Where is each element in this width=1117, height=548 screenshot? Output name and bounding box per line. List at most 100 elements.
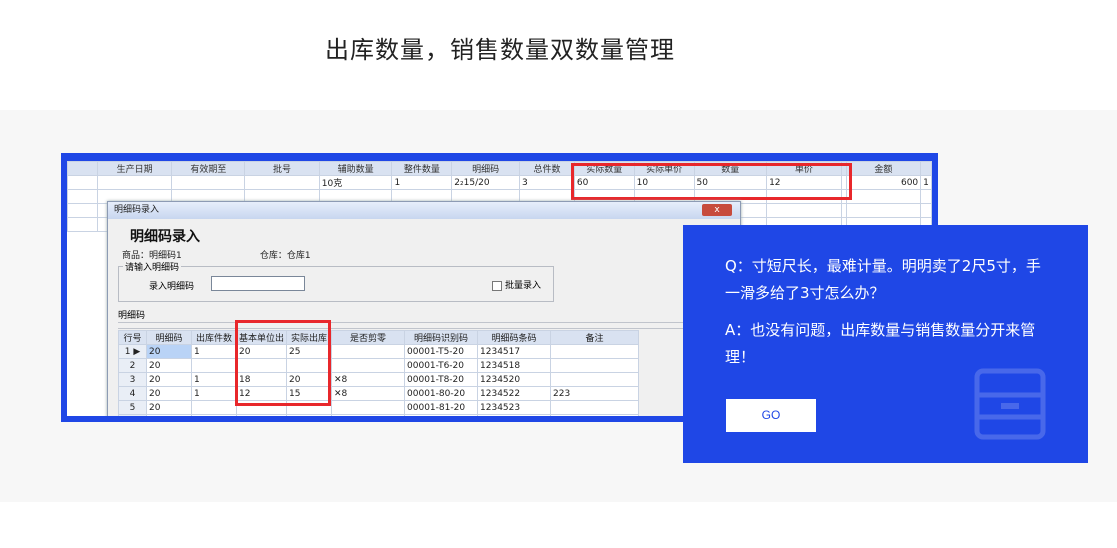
top-grid-header[interactable]: 批号 bbox=[244, 161, 320, 176]
detail-table: 行号 明细码 出库件数 基本单位出 实际出库 是否剪零 明细码识别码 明细码条码 备注 1 ▶ 20… bbox=[118, 330, 640, 416]
row-number[interactable]: 1 ▶ bbox=[118, 344, 147, 359]
dialog-window-title: 明细码录入 bbox=[114, 205, 160, 215]
top-grid-header[interactable] bbox=[920, 161, 932, 176]
table-cell[interactable]: ✕8 bbox=[331, 372, 406, 387]
table-cell[interactable]: 20 bbox=[146, 386, 192, 401]
row-number[interactable]: 6 bbox=[118, 414, 147, 416]
row-number[interactable]: 5 bbox=[118, 400, 147, 415]
batch-label: 批量录入 bbox=[504, 281, 541, 291]
table-cell[interactable] bbox=[331, 414, 406, 416]
table-cell[interactable]: ✕8 bbox=[331, 386, 406, 401]
top-grid-header[interactable]: 生产日期 bbox=[96, 161, 173, 176]
table-cell[interactable] bbox=[331, 358, 406, 373]
table-cell[interactable] bbox=[286, 414, 333, 416]
table-cell[interactable]: 20 bbox=[146, 414, 192, 416]
checkbox-icon[interactable] bbox=[491, 280, 502, 291]
top-grid-cell[interactable] bbox=[96, 175, 173, 190]
top-grid-cell[interactable] bbox=[171, 175, 246, 190]
table-cell[interactable]: 00001-47-20 bbox=[404, 414, 479, 416]
column-header[interactable]: 明细码 bbox=[146, 330, 192, 345]
top-grid-header[interactable]: 整件数量 bbox=[391, 161, 453, 176]
column-header[interactable]: 备注 bbox=[550, 330, 640, 345]
qa-panel: Q：寸短尺长，最难计量。明明卖了2尺5寸，手一滑多给了3寸怎么办？ A：也没有问… bbox=[683, 225, 1088, 463]
top-grid-cell[interactable] bbox=[67, 175, 98, 190]
row-number[interactable]: 3 bbox=[118, 372, 147, 387]
table-cell[interactable]: 1 bbox=[191, 344, 237, 359]
table-row[interactable]: 1 ▶ 20 1 20 25 00001-T5-20 1234517 bbox=[118, 344, 640, 359]
top-grid-cell[interactable]: 2₂15/20 bbox=[451, 175, 521, 190]
top-grid-cell[interactable]: 3 bbox=[519, 175, 575, 190]
table-row[interactable]: 2 20 00001-T6-20 1234518 bbox=[118, 358, 640, 373]
input-label: 录入明细码 bbox=[149, 282, 195, 292]
table-cell[interactable]: 1234523 bbox=[477, 400, 552, 415]
splitter-handle[interactable] bbox=[118, 322, 730, 329]
top-grid-cell[interactable]: 1 bbox=[391, 175, 453, 190]
column-header[interactable]: 明细码条码 bbox=[477, 330, 552, 345]
question-text: Q：寸短尺长，最难计量。明明卖了2尺5寸，手一滑多给了3寸怎么办？ bbox=[725, 257, 1041, 302]
table-cell[interactable]: 00001-81-20 bbox=[404, 400, 479, 415]
table-cell[interactable]: 20 bbox=[146, 400, 192, 415]
table-cell[interactable]: 00001-T8-20 bbox=[404, 372, 479, 387]
table-cell[interactable]: 00001-T6-20 bbox=[404, 358, 479, 373]
section-label: 明细码 bbox=[118, 311, 146, 321]
top-grid-header[interactable]: 总件数 bbox=[519, 161, 575, 176]
detail-code-input[interactable] bbox=[211, 276, 305, 291]
answer-text: A：也没有问题，出库数量与销售数量分开来管理！ bbox=[725, 321, 1036, 366]
table-cell[interactable]: 20 bbox=[146, 372, 192, 387]
table-cell[interactable]: 20 bbox=[146, 344, 192, 359]
table-cell[interactable] bbox=[550, 414, 640, 416]
table-cell[interactable] bbox=[550, 400, 640, 415]
row-number[interactable]: 4 bbox=[118, 386, 147, 401]
table-cell[interactable]: 1234518 bbox=[477, 358, 552, 373]
top-grid-header[interactable] bbox=[67, 161, 98, 176]
table-cell[interactable]: 223 bbox=[550, 386, 640, 401]
table-cell[interactable] bbox=[191, 414, 237, 416]
group-legend: 请输入明细码 bbox=[123, 260, 182, 273]
table-cell[interactable]: 00001-80-20 bbox=[404, 386, 479, 401]
top-grid-header[interactable]: 辅助数量 bbox=[318, 161, 393, 176]
table-cell[interactable] bbox=[191, 400, 237, 415]
table-cell[interactable] bbox=[191, 358, 237, 373]
row-number[interactable]: 2 bbox=[118, 358, 147, 373]
top-grid-cell[interactable]: 1 bbox=[920, 175, 932, 190]
highlight-detail-qty bbox=[235, 320, 331, 406]
batch-checkbox[interactable]: 批量录入 bbox=[491, 278, 541, 291]
top-grid-header[interactable]: 有效期至 bbox=[171, 161, 246, 176]
table-cell[interactable]: 1 bbox=[191, 386, 237, 401]
column-header[interactable]: 是否剪零 bbox=[331, 330, 406, 345]
go-button[interactable]: GO bbox=[726, 399, 816, 432]
dialog-subinfo: 商品：明细码1 仓库：仓库1 bbox=[108, 246, 740, 261]
table-cell[interactable] bbox=[235, 414, 288, 416]
top-grid-header[interactable]: 明细码 bbox=[451, 161, 521, 176]
table-cell[interactable] bbox=[331, 400, 406, 415]
table-cell[interactable]: 1234522 bbox=[477, 386, 552, 401]
warehouse-label: 仓库：仓库1 bbox=[259, 251, 311, 261]
table-header-row: 行号 明细码 出库件数 基本单位出 实际出库 是否剪零 明细码识别码 明细码条码 备注 bbox=[118, 330, 640, 345]
table-cell[interactable] bbox=[331, 344, 406, 359]
top-grid-cell[interactable]: 600 bbox=[845, 175, 922, 190]
input-group: 请输入明细码 录入明细码 批量录入 bbox=[118, 260, 554, 302]
top-grid-cell[interactable]: 10克 bbox=[318, 175, 393, 190]
table-cell[interactable]: 1 bbox=[191, 372, 237, 387]
page-title: 出库数量，销售数量双数量管理 bbox=[325, 36, 675, 64]
table-cell[interactable]: 1234517 bbox=[477, 344, 552, 359]
column-header[interactable]: 出库件数 bbox=[191, 330, 237, 345]
table-cell[interactable]: 00001-T5-20 bbox=[404, 344, 479, 359]
column-header[interactable]: 明细码识别码 bbox=[404, 330, 479, 345]
table-row[interactable]: 620 00001-47-20 bbox=[118, 414, 640, 416]
table-cell[interactable]: 20 bbox=[146, 358, 192, 373]
top-grid-header[interactable]: 金额 bbox=[845, 161, 922, 176]
column-header[interactable]: 行号 bbox=[118, 330, 147, 345]
close-icon[interactable]: x bbox=[702, 204, 732, 216]
table-row[interactable]: 3 20 1 18 20 ✕8 00001-T8-20 1234520 bbox=[118, 372, 640, 387]
table-row[interactable]: 4 20 1 12 15 ✕8 00001-80-20 1234522 223 bbox=[118, 386, 640, 401]
dialog-titlebar: 明细码录入 x bbox=[108, 202, 740, 219]
table-cell[interactable] bbox=[477, 414, 552, 416]
table-cell[interactable] bbox=[550, 344, 640, 359]
table-cell[interactable] bbox=[550, 358, 640, 373]
detail-code-dialog: 明细码录入 x 明细码录入 商品：明细码1 仓库：仓库1 请输入明细码 录入明细… bbox=[107, 201, 741, 416]
table-cell[interactable] bbox=[550, 372, 640, 387]
table-cell[interactable]: 1234520 bbox=[477, 372, 552, 387]
table-row[interactable]: 5 20 00001-81-20 1234523 bbox=[118, 400, 640, 415]
top-grid-cell[interactable] bbox=[244, 175, 320, 190]
